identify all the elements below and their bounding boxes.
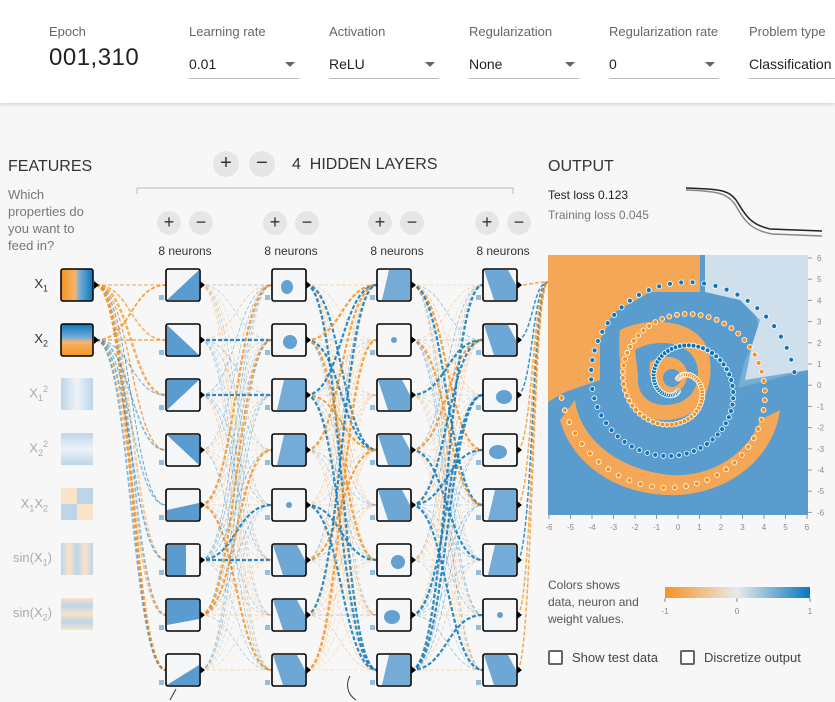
neuron-node[interactable]: [265, 488, 311, 522]
neuron-node[interactable]: [370, 488, 416, 522]
link[interactable]: [199, 394, 273, 671]
hidden-layers-bracket: [136, 187, 514, 194]
neuron-node[interactable]: [370, 543, 416, 577]
link[interactable]: [305, 284, 378, 561]
neuron-node[interactable]: [476, 543, 522, 577]
neuron-node[interactable]: [265, 598, 311, 632]
neuron-node[interactable]: [476, 268, 522, 302]
neuron-node[interactable]: [159, 488, 205, 522]
neuron-node[interactable]: [265, 653, 311, 687]
neuron-node[interactable]: [476, 488, 522, 522]
link[interactable]: [410, 393, 484, 672]
neuron-node[interactable]: [476, 378, 522, 412]
link[interactable]: [305, 504, 378, 671]
annotation-arrow: [169, 688, 177, 701]
link[interactable]: [199, 284, 273, 671]
neuron-node[interactable]: [265, 433, 311, 467]
link[interactable]: [516, 281, 549, 561]
link[interactable]: [199, 284, 273, 561]
link[interactable]: [95, 339, 167, 561]
neuron-node[interactable]: [370, 653, 416, 687]
connection-links: [95, 281, 549, 701]
neuron-node[interactable]: [159, 543, 205, 577]
neuron-node[interactable]: [476, 433, 522, 467]
neuron-node[interactable]: [370, 598, 416, 632]
training-loss: Training loss 0.045: [548, 208, 649, 222]
link[interactable]: [305, 283, 378, 452]
feature-node[interactable]: [60, 323, 99, 357]
neuron-node[interactable]: [265, 268, 311, 302]
neuron-node[interactable]: [370, 323, 416, 357]
discretize-output-label[interactable]: Discretize output: [704, 650, 801, 665]
neuron-node[interactable]: [159, 433, 205, 467]
link[interactable]: [305, 394, 378, 671]
neuron-node[interactable]: [159, 653, 205, 687]
annotation-arrow: [347, 675, 357, 701]
neuron-node[interactable]: [265, 323, 311, 357]
legend-line: Colors shows: [548, 578, 621, 592]
feature-node[interactable]: [61, 488, 93, 520]
neuron-node[interactable]: [370, 378, 416, 412]
link[interactable]: [199, 284, 273, 451]
neuron-node[interactable]: [476, 598, 522, 632]
output-title: OUTPUT: [548, 158, 614, 175]
show-test-data-checkbox[interactable]: [548, 650, 563, 665]
link[interactable]: [95, 338, 167, 617]
test-loss: Test loss 0.123: [548, 188, 629, 202]
feature-node[interactable]: [61, 378, 93, 410]
neuron-node[interactable]: [476, 323, 522, 357]
color-legend-text: Colors shows data, neuron and weight val…: [548, 577, 658, 628]
show-test-data-label[interactable]: Show test data: [572, 650, 658, 665]
neuron-node[interactable]: [265, 378, 311, 412]
legend-line: data, neuron and: [548, 595, 639, 609]
link[interactable]: [95, 284, 167, 616]
neuron-node[interactable]: [370, 268, 416, 302]
link[interactable]: [95, 339, 167, 451]
network-diagram: [60, 187, 549, 701]
legend-line: weight values.: [548, 612, 625, 626]
feature-node[interactable]: [61, 543, 93, 575]
neuron-node[interactable]: [159, 323, 205, 357]
neuron-node[interactable]: [476, 653, 522, 687]
neuron-node[interactable]: [265, 543, 311, 577]
feature-node[interactable]: [61, 433, 93, 465]
link[interactable]: [95, 339, 167, 671]
discretize-output-checkbox[interactable]: [680, 650, 695, 665]
neuron-node[interactable]: [159, 268, 205, 302]
feature-node[interactable]: [60, 268, 99, 302]
link[interactable]: [410, 504, 484, 671]
link[interactable]: [410, 284, 484, 561]
link[interactable]: [516, 281, 549, 616]
link[interactable]: [516, 281, 549, 451]
neuron-node[interactable]: [159, 598, 205, 632]
neuron-node[interactable]: [159, 378, 205, 412]
feature-node[interactable]: [61, 598, 93, 630]
neuron-node[interactable]: [370, 433, 416, 467]
